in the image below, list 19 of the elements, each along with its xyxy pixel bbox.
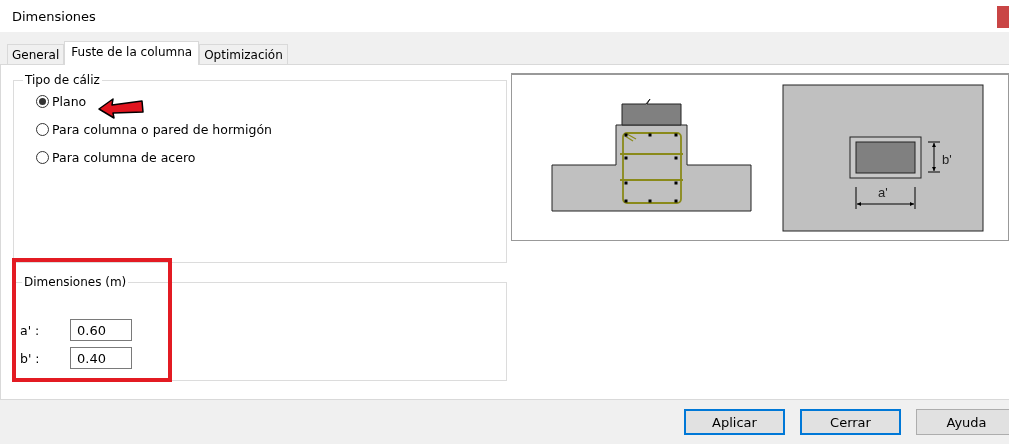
dimension-label: b' [942, 152, 952, 167]
radio-option[interactable]: Para columna o pared de hormigón [36, 115, 272, 143]
tab[interactable]: General [7, 44, 65, 64]
group-title: Dimensiones (m) [23, 275, 128, 289]
dialog-button[interactable]: Ayuda [916, 409, 1009, 435]
window-title: Dimensiones [12, 8, 96, 24]
tab[interactable]: Fuste de la columna [64, 41, 200, 65]
input-field[interactable]: 0.40 [70, 347, 132, 369]
field-label: b' : [20, 350, 41, 366]
tab[interactable]: Optimización [199, 44, 288, 64]
input-field[interactable]: 0.60 [70, 319, 132, 341]
field-label: a' : [20, 322, 41, 338]
close-button[interactable] [997, 6, 1009, 28]
dimension-label: a' [878, 185, 888, 200]
dialog-button[interactable]: Aplicar [684, 409, 785, 435]
radio-option[interactable]: Plano [36, 87, 87, 115]
dialog-button[interactable]: Cerrar [800, 409, 901, 435]
group-title: Tipo de cáliz [24, 73, 101, 87]
radio-option[interactable]: Para columna de acero [36, 143, 196, 171]
